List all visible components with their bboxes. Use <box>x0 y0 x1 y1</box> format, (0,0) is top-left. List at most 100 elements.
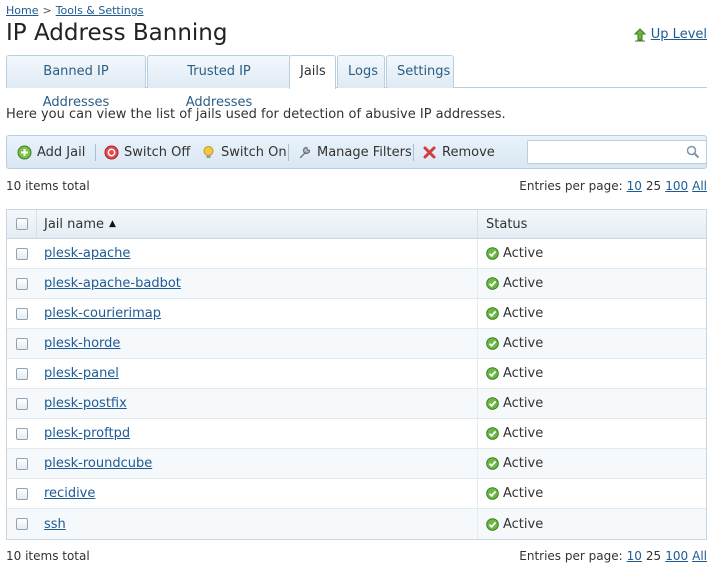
row-checkbox[interactable] <box>16 427 28 440</box>
up-level-arrow-icon <box>633 27 646 41</box>
jail-name-link[interactable]: ssh <box>44 517 66 532</box>
jail-name-link[interactable]: plesk-proftpd <box>44 426 130 441</box>
breadcrumb-separator: > <box>42 4 52 17</box>
remove-button[interactable]: Remove <box>422 136 495 168</box>
table-row: plesk-proftpd Active <box>7 419 706 449</box>
row-checkbox[interactable] <box>16 247 28 260</box>
sort-ascending-icon: ▲ <box>109 219 116 229</box>
breadcrumb-home-link[interactable]: Home <box>6 4 38 17</box>
entries-option-100[interactable]: 100 <box>665 179 688 193</box>
switch-off-label: Switch Off <box>124 144 191 160</box>
row-checkbox[interactable] <box>16 367 28 380</box>
status-cell: Active <box>478 299 706 328</box>
jail-name-link[interactable]: plesk-apache-badbot <box>44 276 181 291</box>
toolbar-separator <box>413 144 414 161</box>
status-cell: Active <box>478 359 706 388</box>
add-icon <box>17 145 32 159</box>
column-header-status: Status <box>478 210 706 238</box>
row-checkbox-cell <box>7 299 37 328</box>
jails-table: Jail name ▲ Status plesk-apache Active ple… <box>6 209 707 540</box>
select-all-checkbox[interactable] <box>15 218 28 230</box>
status-text: Active <box>503 426 544 441</box>
jail-name-link[interactable]: plesk-roundcube <box>44 456 152 471</box>
power-off-icon <box>104 145 119 159</box>
switch-on-button[interactable]: Switch On <box>201 136 287 168</box>
manage-filters-button[interactable]: Manage Filters <box>297 136 412 168</box>
toolbar-separator <box>288 144 289 161</box>
status-cell: Active <box>478 449 706 478</box>
entries-option-10[interactable]: 10 <box>627 179 642 193</box>
row-checkbox-cell <box>7 239 37 268</box>
search-input[interactable] <box>528 141 678 163</box>
table-body: plesk-apache Active plesk-apache-badbot Act… <box>7 239 706 539</box>
active-check-icon <box>486 487 499 500</box>
row-checkbox-cell <box>7 419 37 448</box>
row-checkbox[interactable] <box>16 397 28 410</box>
remove-label: Remove <box>442 144 495 160</box>
row-checkbox[interactable] <box>16 277 28 290</box>
status-text: Active <box>503 246 544 261</box>
active-check-icon <box>486 277 499 290</box>
column-header-jail-name[interactable]: Jail name ▲ <box>37 210 478 238</box>
row-checkbox[interactable] <box>16 307 28 320</box>
entries-per-page-bottom: Entries per page: 10 25 100 All <box>519 549 707 563</box>
tab-settings[interactable]: Settings <box>386 55 454 88</box>
table-row: plesk-roundcube Active <box>7 449 706 479</box>
row-checkbox-cell <box>7 449 37 478</box>
row-checkbox[interactable] <box>16 337 28 350</box>
jail-name-cell: plesk-postfix <box>37 389 478 418</box>
active-check-icon <box>486 517 499 531</box>
active-check-icon <box>486 247 499 260</box>
jail-name-link[interactable]: plesk-horde <box>44 336 120 351</box>
entries-option-10[interactable]: 10 <box>627 549 642 563</box>
intro-text: Here you can view the list of jails used… <box>6 107 506 122</box>
jail-name-link[interactable]: plesk-apache <box>44 246 130 261</box>
switch-on-label: Switch On <box>221 144 287 160</box>
row-checkbox-cell <box>7 359 37 388</box>
manage-filters-label: Manage Filters <box>317 144 412 160</box>
column-header-status-label: Status <box>486 216 528 232</box>
jail-name-link[interactable]: plesk-panel <box>44 366 119 381</box>
jail-name-cell: plesk-apache-badbot <box>37 269 478 298</box>
active-check-icon <box>486 367 499 380</box>
jail-name-link[interactable]: recidive <box>44 486 95 501</box>
entries-option-all[interactable]: All <box>692 179 707 193</box>
breadcrumb-tools-link[interactable]: Tools & Settings <box>56 4 144 17</box>
tab-banned-ip-addresses[interactable]: Banned IP Addresses <box>6 55 146 110</box>
row-checkbox[interactable] <box>16 487 28 500</box>
breadcrumb: Home > Tools & Settings <box>6 4 144 17</box>
tab-jails[interactable]: Jails <box>289 55 336 89</box>
search-box[interactable] <box>527 140 707 164</box>
remove-x-icon <box>423 146 436 158</box>
tab-trusted-ip-addresses[interactable]: Trusted IP Addresses <box>147 55 291 110</box>
status-text: Active <box>503 486 544 501</box>
up-level[interactable]: Up Level <box>633 27 707 42</box>
active-check-icon <box>486 337 499 350</box>
jail-name-link[interactable]: plesk-postfix <box>44 396 127 411</box>
row-checkbox[interactable] <box>16 457 28 470</box>
header-checkbox-cell <box>7 210 37 238</box>
status-text: Active <box>503 366 544 381</box>
entries-option-25-current: 25 <box>645 549 662 563</box>
table-row: plesk-courierimap Active <box>7 299 706 329</box>
light-bulb-icon <box>203 145 214 158</box>
up-level-link[interactable]: Up Level <box>651 27 707 42</box>
search-icon[interactable] <box>686 145 700 159</box>
add-jail-button[interactable]: Add Jail <box>17 136 85 168</box>
row-checkbox[interactable] <box>16 518 28 530</box>
entries-option-25-current: 25 <box>645 179 662 193</box>
row-checkbox-cell <box>7 479 37 508</box>
switch-off-button[interactable]: Switch Off <box>104 136 190 168</box>
items-total-bottom: 10 items total <box>6 549 90 563</box>
tab-logs[interactable]: Logs <box>337 55 385 88</box>
status-cell: Active <box>478 389 706 418</box>
table-row: ssh Active <box>7 509 706 539</box>
entries-option-all[interactable]: All <box>692 549 707 563</box>
jail-name-cell: plesk-proftpd <box>37 419 478 448</box>
status-text: Active <box>503 396 544 411</box>
entries-option-100[interactable]: 100 <box>665 549 688 563</box>
tab-bar: Banned IP Addresses Trusted IP Addresses… <box>6 55 707 110</box>
jail-name-link[interactable]: plesk-courierimap <box>44 306 161 321</box>
table-row: plesk-panel Active <box>7 359 706 389</box>
table-row: plesk-apache-badbot Active <box>7 269 706 299</box>
